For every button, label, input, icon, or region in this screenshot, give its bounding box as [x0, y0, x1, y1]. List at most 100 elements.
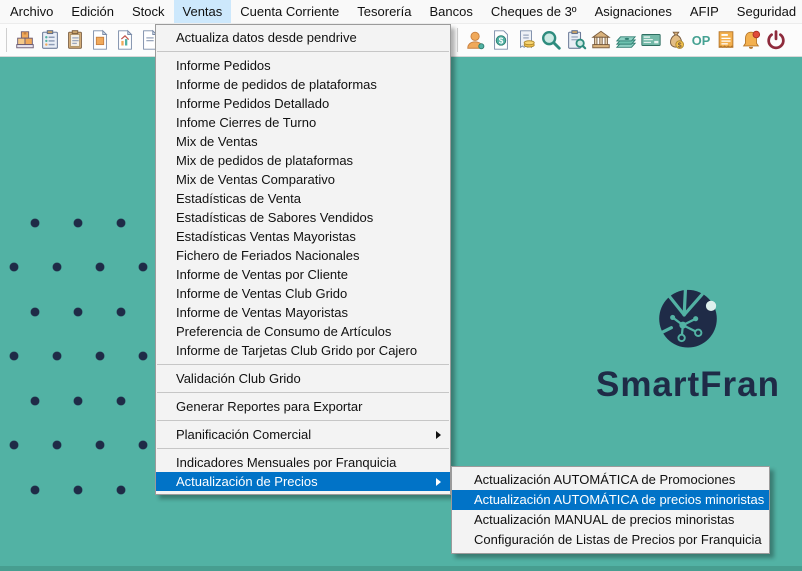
menu-item-label: Informe de pedidos de plataformas	[176, 77, 377, 92]
menu-item-label: Informe de Ventas Club Grido	[176, 286, 347, 301]
menu-item-label: Actualización AUTOMÁTICA de precios mino…	[474, 492, 764, 507]
submenu-item-configuracion-de-listas-de-precios-por-franquicia[interactable]: Configuración de Listas de Precios por F…	[452, 530, 769, 550]
submenu-arrow-icon	[436, 478, 441, 486]
money-bag-icon[interactable]: $	[663, 26, 688, 54]
packages-icon[interactable]	[12, 26, 37, 54]
receipt-coins-icon[interactable]	[513, 26, 538, 54]
menu-item-label: Informe de Tarjetas Club Grido por Cajer…	[176, 343, 417, 358]
dot-pattern-decoration	[0, 201, 152, 499]
bank-icon[interactable]	[588, 26, 613, 54]
menubar-item-edicion[interactable]: Edición	[62, 0, 123, 23]
menu-item-label: Preferencia de Consumo de Artículos	[176, 324, 391, 339]
menu-item-fichero-de-feriados-nacionales[interactable]: Fichero de Feriados Nacionales	[156, 246, 450, 265]
bell-icon[interactable]	[738, 26, 763, 54]
menu-item-informe-pedidos[interactable]: Informe Pedidos	[156, 56, 450, 75]
menu-separator	[157, 420, 449, 421]
menubar-item-cuenta-corriente[interactable]: Cuenta Corriente	[231, 0, 348, 23]
menu-item-actualizacion-de-precios[interactable]: Actualización de Precios	[156, 472, 450, 491]
toolbar-separator	[457, 28, 458, 52]
toolbar-left-buttons	[12, 26, 162, 54]
menu-item-label: Mix de Ventas Comparativo	[176, 172, 335, 187]
smartfran-logo: SmartFran	[583, 288, 793, 405]
menu-item-mix-de-pedidos-de-plataformas[interactable]: Mix de pedidos de plataformas	[156, 151, 450, 170]
menu-item-actualiza-datos-desde-pendrive[interactable]: Actualiza datos desde pendrive	[156, 28, 450, 47]
menu-item-planificacion-comercial[interactable]: Planificación Comercial	[156, 425, 450, 444]
menu-separator	[157, 448, 449, 449]
menu-item-label: Estadísticas de Sabores Vendidos	[176, 210, 373, 225]
submenu-item-actualizacion-manual-de-precios-minoristas[interactable]: Actualización MANUAL de precios minorist…	[452, 510, 769, 530]
menu-item-label: Configuración de Listas de Precios por F…	[474, 532, 762, 547]
menu-item-estadisticas-ventas-mayoristas[interactable]: Estadísticas Ventas Mayoristas	[156, 227, 450, 246]
power-icon[interactable]	[763, 26, 788, 54]
menu-item-label: Planificación Comercial	[176, 427, 311, 442]
menu-item-indicadores-mensuales-por-franquicia[interactable]: Indicadores Mensuales por Franquicia	[156, 453, 450, 472]
menubar-item-cheques-de-3[interactable]: Cheques de 3º	[482, 0, 586, 23]
smartfran-wordmark: SmartFran	[583, 365, 793, 405]
toolbar-right-buttons: $$OP	[463, 26, 788, 54]
menu-separator	[157, 51, 449, 52]
menu-item-informe-de-tarjetas-club-grido-por-cajero[interactable]: Informe de Tarjetas Club Grido por Cajer…	[156, 341, 450, 360]
money-stack-icon[interactable]	[613, 26, 638, 54]
menu-separator	[157, 392, 449, 393]
clipboard-search-icon[interactable]	[563, 26, 588, 54]
menu-item-label: Actualización de Precios	[176, 474, 318, 489]
toolbar-separator	[6, 28, 7, 52]
menubar-item-seguridad[interactable]: Seguridad	[728, 0, 802, 23]
toolbar-left-group	[4, 24, 162, 56]
user-icon[interactable]	[463, 26, 488, 54]
submenu-item-actualizacion-automatica-de-precios-minoristas[interactable]: Actualización AUTOMÁTICA de precios mino…	[452, 490, 769, 510]
submenu-item-actualizacion-automatica-de-promociones[interactable]: Actualización AUTOMÁTICA de Promociones	[452, 470, 769, 490]
cheque-icon[interactable]	[638, 26, 663, 54]
menubar-item-archivo[interactable]: Archivo	[1, 0, 62, 23]
menu-item-mix-de-ventas-comparativo[interactable]: Mix de Ventas Comparativo	[156, 170, 450, 189]
smartfran-window: ArchivoEdiciónStockVentasCuenta Corrient…	[0, 0, 802, 571]
menu-item-label: Informe Pedidos Detallado	[176, 96, 329, 111]
menu-item-informe-de-ventas-por-cliente[interactable]: Informe de Ventas por Cliente	[156, 265, 450, 284]
menu-item-label: Estadísticas de Venta	[176, 191, 301, 206]
menubar-item-afip[interactable]: AFIP	[681, 0, 728, 23]
menu-item-infome-cierres-de-turno[interactable]: Infome Cierres de Turno	[156, 113, 450, 132]
toolbar-right-group: $$OP	[455, 24, 788, 56]
clipboard-icon[interactable]	[62, 26, 87, 54]
menu-item-generar-reportes-para-exportar[interactable]: Generar Reportes para Exportar	[156, 397, 450, 416]
actualizacion-precios-submenu: Actualización AUTOMÁTICA de Promociones A…	[451, 466, 770, 554]
menu-item-label: Mix de pedidos de plataformas	[176, 153, 353, 168]
menubar: ArchivoEdiciónStockVentasCuenta Corrient…	[0, 0, 802, 24]
menu-item-estadisticas-de-sabores-vendidos[interactable]: Estadísticas de Sabores Vendidos	[156, 208, 450, 227]
menu-item-label: Validación Club Grido	[176, 371, 301, 386]
ventas-dropdown-menu: Actualiza datos desde pendrive Informe Pe…	[155, 24, 451, 495]
menu-item-preferencia-de-consumo-de-articulos[interactable]: Preferencia de Consumo de Artículos	[156, 322, 450, 341]
svg-text:$: $	[498, 37, 503, 46]
menu-item-label: Indicadores Mensuales por Franquicia	[176, 455, 396, 470]
menubar-item-tesoreria[interactable]: Tesorería	[348, 0, 420, 23]
menubar-item-stock[interactable]: Stock	[123, 0, 174, 23]
menu-item-label: Actualización MANUAL de precios minorist…	[474, 512, 734, 527]
menu-item-label: Actualización AUTOMÁTICA de Promociones	[474, 472, 735, 487]
search-icon[interactable]	[538, 26, 563, 54]
invoice-icon[interactable]	[713, 26, 738, 54]
menu-item-validacion-club-grido[interactable]: Validación Club Grido	[156, 369, 450, 388]
menu-item-informe-de-ventas-mayoristas[interactable]: Informe de Ventas Mayoristas	[156, 303, 450, 322]
chart-document-icon[interactable]	[112, 26, 137, 54]
svg-text:OP: OP	[691, 33, 710, 48]
menu-item-informe-de-pedidos-de-plataformas[interactable]: Informe de pedidos de plataformas	[156, 75, 450, 94]
menu-item-label: Informe de Ventas Mayoristas	[176, 305, 348, 320]
invoice-dollar-icon[interactable]: $	[488, 26, 513, 54]
menu-item-label: Actualiza datos desde pendrive	[176, 30, 357, 45]
menu-item-label: Estadísticas Ventas Mayoristas	[176, 229, 356, 244]
menubar-item-asignaciones[interactable]: Asignaciones	[586, 0, 681, 23]
menu-item-informe-de-ventas-club-grido[interactable]: Informe de Ventas Club Grido	[156, 284, 450, 303]
menu-item-label: Fichero de Feriados Nacionales	[176, 248, 360, 263]
op-icon[interactable]: OP	[688, 26, 713, 54]
workspace-bottom-edge	[0, 566, 802, 571]
smartfran-logo-icon	[656, 288, 720, 352]
checklist-clipboard-icon[interactable]	[37, 26, 62, 54]
menu-item-estadisticas-de-venta[interactable]: Estadísticas de Venta	[156, 189, 450, 208]
menu-item-label: Generar Reportes para Exportar	[176, 399, 362, 414]
menu-item-mix-de-ventas[interactable]: Mix de Ventas	[156, 132, 450, 151]
menu-item-informe-pedidos-detallado[interactable]: Informe Pedidos Detallado	[156, 94, 450, 113]
image-document-icon[interactable]	[87, 26, 112, 54]
menu-item-label: Informe Pedidos	[176, 58, 271, 73]
menubar-item-bancos[interactable]: Bancos	[420, 0, 481, 23]
menubar-item-ventas[interactable]: Ventas	[174, 0, 232, 23]
